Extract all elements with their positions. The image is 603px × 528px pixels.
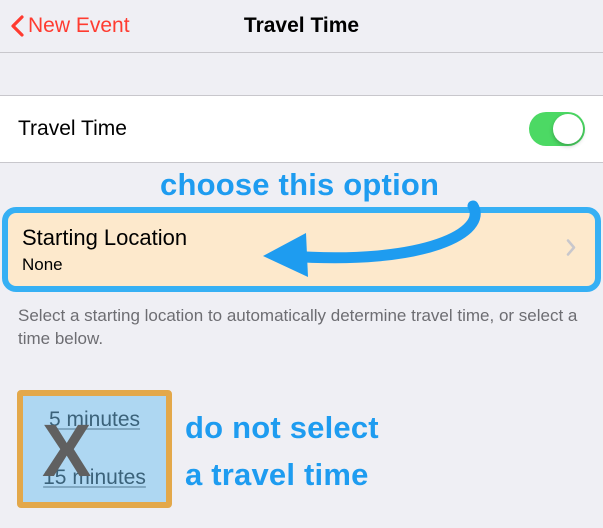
annotation-line-2: a travel time — [185, 452, 379, 499]
starting-location-label: Starting Location — [22, 225, 581, 251]
chevron-right-icon — [565, 238, 577, 261]
annotation-choose-label: choose this option — [160, 167, 439, 203]
annotation-do-not-select: do not select a travel time — [185, 405, 379, 498]
toggle-knob — [553, 114, 583, 144]
back-label: New Event — [28, 14, 130, 38]
nav-bar: New Event Travel Time — [0, 0, 603, 53]
back-button[interactable]: New Event — [0, 14, 130, 38]
toggle-label: Travel Time — [18, 117, 127, 141]
starting-location-row[interactable]: Starting Location None — [2, 207, 601, 292]
annotation-line-1: do not select — [185, 405, 379, 452]
time-options-group: 5 minutes 15 minutes — [17, 390, 172, 508]
chevron-left-icon — [10, 15, 24, 37]
help-text: Select a starting location to automatica… — [18, 305, 585, 351]
time-option-5min[interactable]: 5 minutes — [23, 408, 166, 432]
travel-time-toggle-row: Travel Time — [0, 95, 603, 163]
time-option-15min[interactable]: 15 minutes — [23, 466, 166, 490]
starting-location-value: None — [22, 255, 581, 275]
spacer — [0, 53, 603, 95]
travel-time-toggle[interactable] — [529, 112, 585, 146]
